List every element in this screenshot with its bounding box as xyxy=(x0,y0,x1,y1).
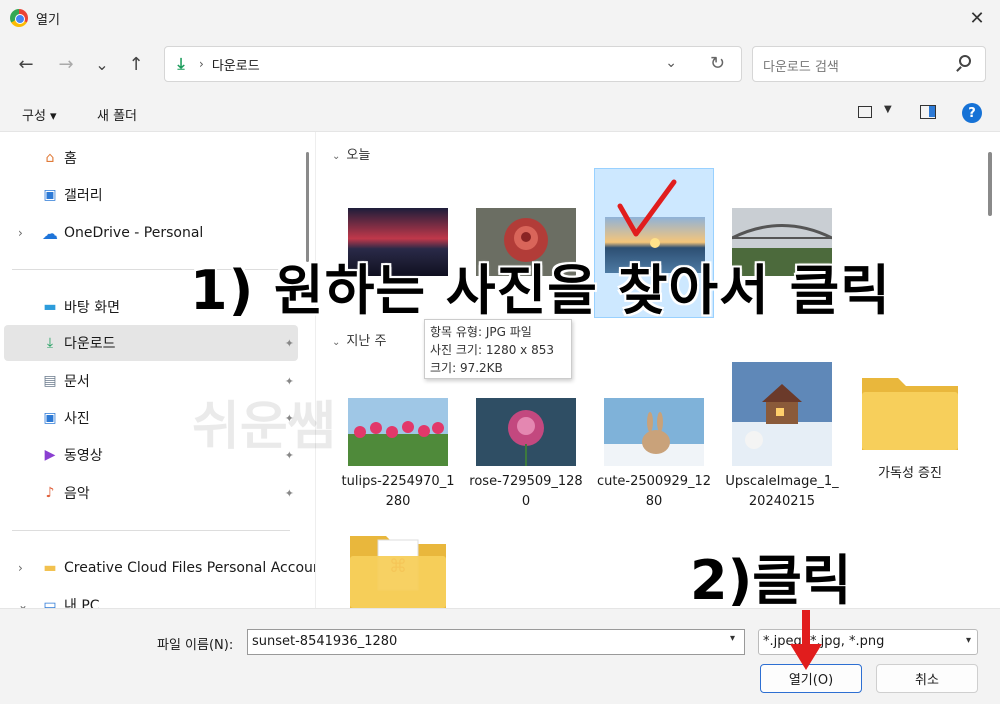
cancel-button[interactable]: 취소 xyxy=(876,664,978,693)
view-dropdown-icon[interactable]: ▼ xyxy=(884,104,892,115)
folder-tile[interactable]: ⌘ xyxy=(338,516,458,608)
tooltip-dimensions: 사진 크기: 1280 x 853 xyxy=(430,343,555,357)
group-header-today[interactable]: ⌄ 오늘 xyxy=(332,144,370,163)
sidebar-item-label: 홈 xyxy=(64,151,77,167)
sidebar-item-this-pc[interactable]: ⌄ ▭ 내 PC xyxy=(4,587,298,608)
file-tile[interactable]: rose-729509_1280 xyxy=(466,358,586,509)
download-icon: ⤓ xyxy=(177,54,185,73)
filename-label: 파일 이름(N): xyxy=(157,638,234,653)
folder-tile[interactable]: 가독성 증진 xyxy=(850,358,970,508)
expand-icon[interactable]: › xyxy=(18,226,23,240)
forward-button[interactable]: → xyxy=(52,50,80,78)
sidebar-item-gallery[interactable]: ▣ 갤러리 xyxy=(4,177,298,213)
group-header-last-week[interactable]: ⌄ 지난 주 xyxy=(332,330,386,349)
view-icon[interactable] xyxy=(858,106,872,118)
group-label: 오늘 xyxy=(346,148,371,163)
sidebar-item-label: OneDrive - Personal xyxy=(64,225,204,241)
address-bar[interactable]: ⤓ › 다운로드 ⌄ ↻ xyxy=(164,46,742,82)
command-bar: 구성 ▾ 새 폴더 ▼ xyxy=(0,94,1000,132)
sidebar-item-label: 다운로드 xyxy=(64,336,116,352)
file-tile[interactable]: tulips-2254970_1280 xyxy=(338,358,458,509)
instruction-step-2: 2)클릭 xyxy=(690,549,852,612)
chevron-down-icon: ⌄ xyxy=(332,151,341,162)
file-tile[interactable]: UpscaleImage_1_20240215 xyxy=(722,358,842,509)
sidebar-item-label: 음악 xyxy=(64,486,90,502)
video-icon: ▶ xyxy=(44,447,56,463)
sidebar-item-label: 문서 xyxy=(64,374,90,390)
file-name: rose-729509_1280 xyxy=(469,474,583,509)
download-icon: ⤓ xyxy=(46,335,54,351)
tooltip-size: 크기: 97.2KB xyxy=(430,361,503,375)
sidebar-item-home[interactable]: ⌂ 홈 xyxy=(4,140,298,176)
folder-icon xyxy=(862,378,958,450)
expand-icon[interactable]: › xyxy=(18,561,23,575)
breadcrumb-downloads[interactable]: 다운로드 xyxy=(212,55,260,74)
tooltip-type: 항목 유형: JPG 파일 xyxy=(430,325,532,339)
sidebar-item-creative-cloud[interactable]: › ▬ Creative Cloud Files Personal Accoun… xyxy=(4,550,315,586)
file-tile[interactable]: cute-2500929_1280 xyxy=(594,358,714,509)
sidebar-divider xyxy=(12,530,290,531)
music-icon: ♪ xyxy=(45,485,55,501)
address-dropdown-icon[interactable]: ⌄ xyxy=(665,55,677,71)
pc-icon: ▭ xyxy=(43,597,57,608)
pictures-icon: ▣ xyxy=(43,410,57,426)
folder-name: 가독성 증진 xyxy=(878,466,942,481)
new-folder-button[interactable]: 새 폴더 xyxy=(97,105,137,124)
sidebar-item-label: 바탕 화면 xyxy=(64,300,120,316)
filename-input[interactable]: sunset-8541936_1280 xyxy=(247,629,745,655)
desktop-icon: ▬ xyxy=(43,299,57,315)
chrome-icon xyxy=(10,9,28,27)
folder-icon: ▬ xyxy=(43,560,57,576)
search-input[interactable]: 다운로드 검색 xyxy=(752,46,986,82)
navigation-pane: ⌂ 홈 ▣ 갤러리 › ☁ OneDrive - Personal ▬ 바탕 화… xyxy=(0,132,316,608)
file-name: cute-2500929_1280 xyxy=(596,474,712,509)
file-tooltip: 항목 유형: JPG 파일 사진 크기: 1280 x 853 크기: 97.2… xyxy=(424,319,572,379)
sidebar-item-label: 내 PC xyxy=(64,598,100,608)
title-bar: 열기 ✕ xyxy=(0,0,1000,36)
window-title: 열기 xyxy=(36,12,60,28)
organize-button[interactable]: 구성 ▾ xyxy=(22,105,57,124)
home-icon: ⌂ xyxy=(45,150,55,166)
image-thumbnail xyxy=(476,398,576,466)
image-thumbnail xyxy=(732,362,832,466)
close-button[interactable]: ✕ xyxy=(954,0,1000,36)
gallery-icon: ▣ xyxy=(43,187,57,203)
dialog-footer: 파일 이름(N): sunset-8541936_1280 ▾ *.jpeg, … xyxy=(0,608,1000,704)
onedrive-icon: ☁ xyxy=(42,223,58,243)
sidebar-item-label: 갤러리 xyxy=(64,188,103,204)
chevron-down-icon: ⌄ xyxy=(332,337,341,348)
sidebar-item-downloads[interactable]: ⤓ 다운로드 ✦ xyxy=(4,325,298,361)
breadcrumb-separator: › xyxy=(199,57,204,71)
recent-locations-button[interactable]: ⌄ xyxy=(88,50,116,78)
collapse-icon[interactable]: ⌄ xyxy=(18,598,28,608)
checkmark-annotation xyxy=(617,179,677,237)
group-label: 지난 주 xyxy=(346,334,387,349)
sidebar-item-label: Creative Cloud Files Personal Account xyxy=(64,560,316,576)
pin-icon: ✦ xyxy=(284,486,294,500)
search-placeholder: 다운로드 검색 xyxy=(763,60,839,75)
preview-pane-icon[interactable] xyxy=(920,105,936,119)
pin-icon: ✦ xyxy=(284,336,294,350)
sidebar-item-label: 사진 xyxy=(64,411,90,427)
image-thumbnail xyxy=(604,398,704,466)
image-thumbnail xyxy=(348,398,448,466)
pdf-folder-icon: ⌘ xyxy=(350,536,446,608)
file-name: UpscaleImage_1_20240215 xyxy=(725,474,839,509)
instruction-step-1: 1) 원하는 사진을 찾아서 클릭 xyxy=(190,259,891,322)
watermark-text: 쉬운쌤 xyxy=(192,397,336,457)
up-button[interactable]: ↑ xyxy=(122,50,150,78)
navigation-bar: ← → ⌄ ↑ ⤓ › 다운로드 ⌄ ↻ 다운로드 검색 xyxy=(0,36,1000,94)
arrow-down-annotation xyxy=(790,610,822,670)
sidebar-item-label: 동영상 xyxy=(64,448,103,464)
content-scrollbar[interactable] xyxy=(988,152,992,216)
back-button[interactable]: ← xyxy=(12,50,40,78)
file-name: tulips-2254970_1280 xyxy=(341,474,455,509)
refresh-icon[interactable]: ↻ xyxy=(710,53,725,74)
chevron-down-icon: ▾ xyxy=(965,635,971,646)
help-icon[interactable]: ? xyxy=(962,103,982,123)
search-icon xyxy=(959,55,971,67)
filename-dropdown-icon[interactable]: ▾ xyxy=(730,633,735,644)
sidebar-item-music[interactable]: ♪ 음악 ✦ xyxy=(4,475,298,511)
document-icon: ▤ xyxy=(43,373,57,389)
